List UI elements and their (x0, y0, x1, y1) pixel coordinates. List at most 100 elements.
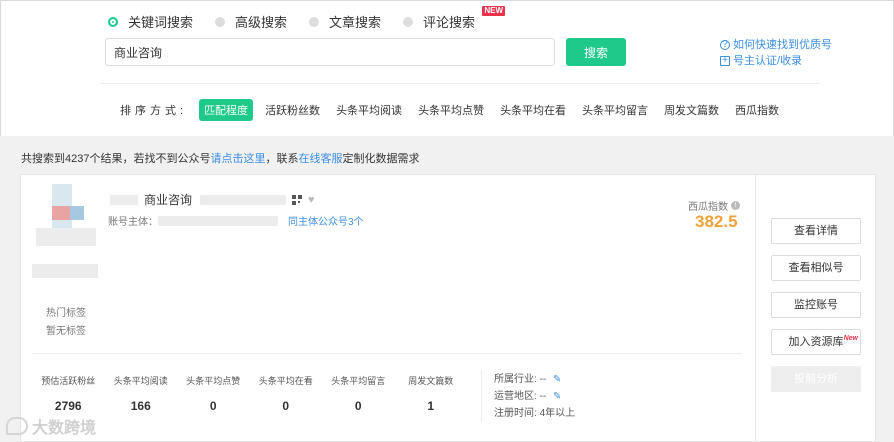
edit-icon[interactable]: ✎ (553, 374, 561, 385)
blurred-text (32, 264, 98, 278)
blurred-text (200, 194, 287, 205)
new-badge: New (843, 335, 858, 342)
click-here-link[interactable]: 请点击这里 (210, 153, 265, 165)
divider (100, 83, 820, 84)
meta-label: 注册时间: (494, 408, 537, 419)
region-row: 运营地区: -- ✎ (494, 388, 575, 405)
qrcode-icon[interactable] (292, 194, 303, 205)
sort-bar: 排序方式: 匹配程度 活跃粉丝数 头条平均阅读 头条平均点赞 头条平均在看 头条… (120, 99, 795, 121)
meta-value: -- (539, 391, 547, 402)
stat-value: 1 (427, 399, 435, 413)
avatar-block (70, 206, 84, 220)
result-text: 共搜索到4237个结果，若找不到公众号 (21, 153, 211, 165)
radio-unselected-icon (309, 16, 320, 27)
stat-value: 2796 (54, 399, 82, 413)
stat-weekly-posts: 周发文篇数 1 (395, 374, 468, 413)
radio-label: 关键词搜索 (128, 15, 194, 30)
avatar[interactable] (32, 184, 100, 252)
watermark: 大数跨境 (6, 414, 96, 438)
button-label: 加入资源库 (788, 336, 844, 348)
stat-label: 头条平均点赞 (186, 376, 241, 386)
sort-label: 排序方式: (120, 105, 188, 117)
plus-box-icon: + (720, 56, 730, 66)
xigua-index-label: 西瓜指数 ! (688, 198, 740, 213)
meta-label: 所属行业: (494, 374, 537, 385)
stat-avg-comment: 头条平均留言 0 (322, 374, 395, 413)
tags-label: 热门标签 (46, 308, 86, 319)
edit-icon[interactable]: ✎ (553, 391, 561, 402)
sort-avg-comment[interactable]: 头条平均留言 (582, 102, 648, 118)
radio-advanced-search[interactable]: 高级搜索 (215, 12, 287, 31)
radio-article-search[interactable]: 文章搜索 (309, 12, 381, 31)
sort-avg-like[interactable]: 头条平均点赞 (418, 102, 484, 118)
radio-comment-search[interactable]: 评论搜索 NEW (403, 6, 506, 31)
stat-avg-like: 头条平均点赞 0 (177, 374, 250, 413)
stat-value: 0 (209, 399, 217, 413)
find-quality-link[interactable]: ? 如何快速找到优质号 (720, 37, 832, 53)
claim-link[interactable]: + 号主认证/收录 (720, 53, 832, 69)
sort-avg-watch[interactable]: 头条平均在看 (500, 102, 566, 118)
divider (481, 370, 482, 422)
link-label: 如何快速找到优质号 (733, 39, 832, 51)
radio-unselected-icon (215, 16, 226, 27)
account-name[interactable]: 商业咨询 (144, 191, 192, 208)
card-divider (755, 175, 756, 442)
stat-active-fans: 预估活跃粉丝 2796 (32, 374, 105, 413)
registration-row: 注册时间: 4年以上 (494, 405, 575, 422)
new-badge: NEW (482, 6, 506, 16)
search-input[interactable] (105, 38, 555, 66)
tags-value: 暂无标签 (46, 326, 86, 337)
help-links: ? 如何快速找到优质号 + 号主认证/收录 (720, 37, 832, 69)
avatar-block (52, 206, 72, 220)
radio-selected-icon (108, 16, 118, 27)
sort-xigua-index[interactable]: 西瓜指数 (735, 102, 779, 118)
account-meta: 所属行业: -- ✎ 运营地区: -- ✎ 注册时间: 4年以上 (494, 371, 575, 422)
stat-avg-watch: 头条平均在看 0 (250, 374, 323, 413)
radio-label: 评论搜索 (423, 15, 476, 30)
watermark-text: 大数跨境 (32, 420, 97, 437)
xigua-index-value: 382.5 (695, 212, 738, 231)
sort-avg-read[interactable]: 头条平均阅读 (336, 102, 402, 118)
sort-active-fans[interactable]: 活跃粉丝数 (265, 102, 320, 118)
radio-keyword-search[interactable]: 关键词搜索 (108, 12, 193, 31)
stat-label: 预估活跃粉丝 (41, 376, 96, 386)
chat-bubble-icon (6, 417, 28, 435)
stat-label: 头条平均在看 (258, 376, 313, 386)
avatar-block (36, 228, 96, 246)
stat-value: 0 (282, 399, 290, 413)
info-icon[interactable]: ! (731, 201, 740, 210)
online-service-link[interactable]: 在线客服 (298, 153, 342, 165)
meta-value: 4年以上 (539, 408, 576, 419)
add-resource-button[interactable]: 加入资源库 New (771, 329, 861, 355)
search-button[interactable]: 搜索 (566, 38, 626, 66)
sort-weekly-posts[interactable]: 周发文篇数 (664, 102, 719, 118)
meta-label: 运营地区: (494, 391, 537, 402)
heart-icon[interactable]: ♥ (308, 194, 315, 206)
same-subject-link[interactable]: 同主体公众号3个 (288, 213, 364, 228)
stat-label: 头条平均阅读 (113, 376, 168, 386)
industry-row: 所属行业: -- ✎ (494, 371, 575, 388)
radio-label: 文章搜索 (329, 15, 382, 30)
result-summary: 共搜索到4237个结果，若找不到公众号请点击这里，联系在线客服定制化数据需求 (21, 150, 419, 166)
result-text: 定制化数据需求 (342, 153, 420, 165)
view-similar-button[interactable]: 查看相似号 (771, 255, 861, 281)
pre-analysis-button[interactable]: 投前分析 (771, 366, 861, 392)
blurred-text (158, 215, 278, 226)
stat-value: 0 (354, 399, 362, 413)
divider (32, 353, 742, 354)
stat-avg-read: 头条平均阅读 166 (105, 374, 178, 413)
stat-label: 头条平均留言 (331, 376, 386, 386)
blurred-text (110, 194, 138, 205)
result-text: ，联系 (265, 153, 299, 165)
sort-match[interactable]: 匹配程度 (199, 99, 254, 121)
radio-label: 高级搜索 (235, 15, 288, 30)
stat-value: 166 (130, 399, 151, 413)
stats-row: 预估活跃粉丝 2796 头条平均阅读 166 头条平均点赞 0 头条平均在看 0… (32, 374, 467, 413)
search-type-group: 关键词搜索 高级搜索 文章搜索 评论搜索 NEW (108, 6, 506, 31)
question-icon: ? (720, 40, 730, 50)
monitor-account-button[interactable]: 监控账号 (771, 292, 861, 318)
view-details-button[interactable]: 查看详情 (771, 218, 861, 244)
stat-label: 周发文篇数 (408, 376, 454, 386)
meta-value: -- (539, 374, 547, 385)
subject-label: 账号主体： (108, 217, 158, 228)
